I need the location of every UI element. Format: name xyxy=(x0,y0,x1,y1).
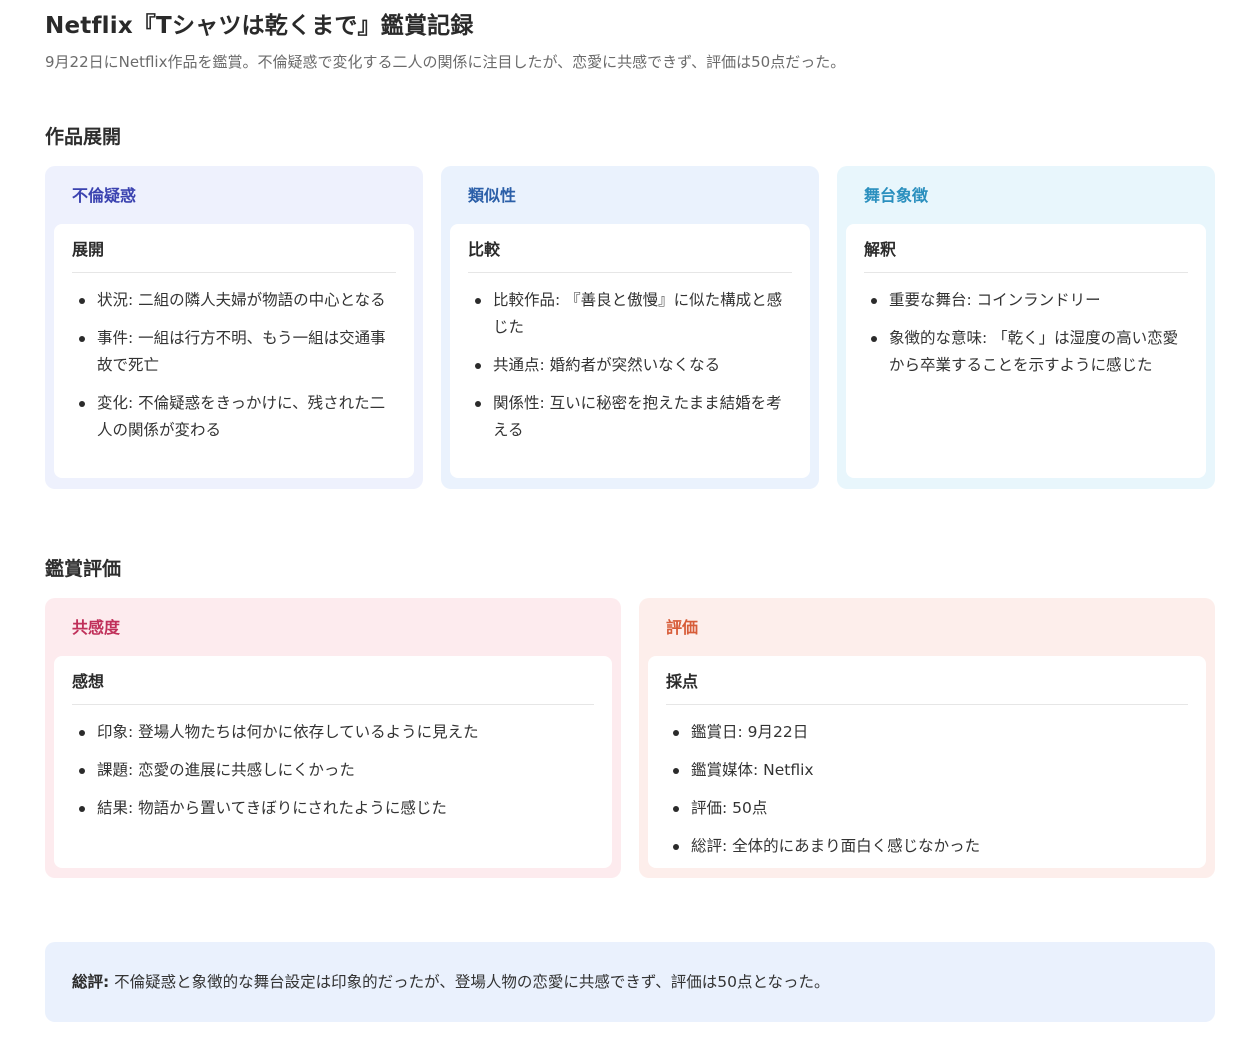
list-item: 象徴的な意味: 「乾く」は湿度の高い恋愛から卒業することを示すように感じた xyxy=(864,325,1188,379)
card-head: 舞台象徴 xyxy=(864,186,929,205)
card-affair-suspicion: 不倫疑惑 展開 状況: 二組の隣人夫婦が物語の中心となる 事件: 一組は行方不明… xyxy=(45,166,423,489)
card-body-title: 比較 xyxy=(468,236,792,273)
card-head: 類似性 xyxy=(468,186,517,205)
card-body-title: 感想 xyxy=(72,668,594,705)
summary-text: 不倫疑惑と象徴的な舞台設定は印象的だったが、登場人物の恋愛に共感できず、評価は5… xyxy=(114,973,830,991)
item-list: 鑑賞日: 9月22日 鑑賞媒体: Netflix 評価: 50点 総評: 全体的… xyxy=(666,719,1188,860)
card-body: 解釈 重要な舞台: コインランドリー 象徴的な意味: 「乾く」は湿度の高い恋愛か… xyxy=(846,224,1206,478)
item-list: 印象: 登場人物たちは何かに依存しているように見えた 課題: 恋愛の進展に共感し… xyxy=(72,719,594,822)
card-rating: 評価 採点 鑑賞日: 9月22日 鑑賞媒体: Netflix 評価: 50点 総… xyxy=(639,598,1215,878)
section-title-evaluation: 鑑賞評価 xyxy=(45,558,122,580)
card-body-title: 採点 xyxy=(666,668,1188,705)
page: Netflix『Tシャツは乾くまで』鑑賞記録 9月22日にNetflix作品を鑑… xyxy=(0,0,1260,1040)
section-title-development: 作品展開 xyxy=(45,126,122,148)
card-body: 感想 印象: 登場人物たちは何かに依存しているように見えた 課題: 恋愛の進展に… xyxy=(54,656,612,868)
card-head: 不倫疑惑 xyxy=(72,186,137,205)
card-body-title: 解釈 xyxy=(864,236,1188,273)
list-item: 結果: 物語から置いてきぼりにされたように感じた xyxy=(72,795,594,822)
card-stage-symbol: 舞台象徴 解釈 重要な舞台: コインランドリー 象徴的な意味: 「乾く」は湿度の… xyxy=(837,166,1215,489)
card-body: 採点 鑑賞日: 9月22日 鑑賞媒体: Netflix 評価: 50点 総評: … xyxy=(648,656,1206,868)
list-item: 事件: 一組は行方不明、もう一組は交通事故で死亡 xyxy=(72,325,396,379)
item-list: 状況: 二組の隣人夫婦が物語の中心となる 事件: 一組は行方不明、もう一組は交通… xyxy=(72,287,396,444)
list-item: 印象: 登場人物たちは何かに依存しているように見えた xyxy=(72,719,594,746)
list-item: 重要な舞台: コインランドリー xyxy=(864,287,1188,314)
list-item: 鑑賞媒体: Netflix xyxy=(666,757,1188,784)
list-item: 状況: 二組の隣人夫婦が物語の中心となる xyxy=(72,287,396,314)
list-item: 関係性: 互いに秘密を抱えたまま結婚を考える xyxy=(468,390,792,444)
list-item: 鑑賞日: 9月22日 xyxy=(666,719,1188,746)
page-title: Netflix『Tシャツは乾くまで』鑑賞記録 xyxy=(45,13,474,39)
list-item: 共通点: 婚約者が突然いなくなる xyxy=(468,352,792,379)
list-item: 総評: 全体的にあまり面白く感じなかった xyxy=(666,833,1188,860)
card-head: 共感度 xyxy=(72,618,121,637)
card-body: 比較 比較作品: 『善良と傲慢』に似た構成と感じた 共通点: 婚約者が突然いなく… xyxy=(450,224,810,478)
summary-label: 総評: xyxy=(72,973,110,991)
card-body-title: 展開 xyxy=(72,236,396,273)
item-list: 重要な舞台: コインランドリー 象徴的な意味: 「乾く」は湿度の高い恋愛から卒業… xyxy=(864,287,1188,379)
item-list: 比較作品: 『善良と傲慢』に似た構成と感じた 共通点: 婚約者が突然いなくなる … xyxy=(468,287,792,444)
list-item: 評価: 50点 xyxy=(666,795,1188,822)
card-body: 展開 状況: 二組の隣人夫婦が物語の中心となる 事件: 一組は行方不明、もう一組… xyxy=(54,224,414,478)
page-subtitle: 9月22日にNetflix作品を鑑賞。不倫疑惑で変化する二人の関係に注目したが、… xyxy=(45,53,846,71)
summary-box: 総評: 不倫疑惑と象徴的な舞台設定は印象的だったが、登場人物の恋愛に共感できず、… xyxy=(45,942,1215,1022)
list-item: 変化: 不倫疑惑をきっかけに、残された二人の関係が変わる xyxy=(72,390,396,444)
card-empathy: 共感度 感想 印象: 登場人物たちは何かに依存しているように見えた 課題: 恋愛… xyxy=(45,598,621,878)
card-head: 評価 xyxy=(666,618,699,637)
list-item: 比較作品: 『善良と傲慢』に似た構成と感じた xyxy=(468,287,792,341)
card-similarity: 類似性 比較 比較作品: 『善良と傲慢』に似た構成と感じた 共通点: 婚約者が突… xyxy=(441,166,819,489)
list-item: 課題: 恋愛の進展に共感しにくかった xyxy=(72,757,594,784)
